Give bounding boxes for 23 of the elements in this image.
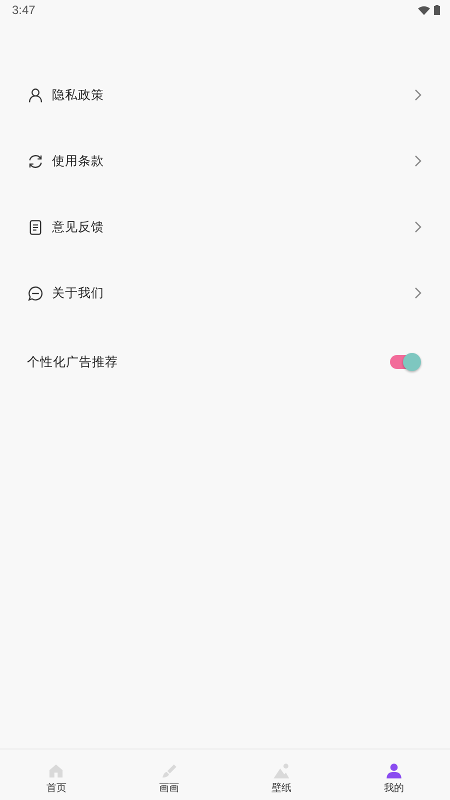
menu-item[interactable]: 隐私政策: [0, 62, 450, 128]
nav-tab[interactable]: 壁纸: [225, 750, 338, 800]
status-time: 3:47: [12, 3, 36, 17]
toggle-switch[interactable]: [390, 355, 420, 369]
nav-tab[interactable]: 画画: [112, 750, 225, 800]
chevron-icon: [414, 287, 422, 299]
nav-tab[interactable]: 我的: [338, 750, 450, 800]
nav-tab[interactable]: 首页: [0, 750, 112, 800]
document-icon: [27, 218, 44, 236]
chevron-icon: [414, 221, 422, 233]
setting-label: 个性化广告推荐: [27, 354, 119, 370]
battery-icon: [434, 5, 440, 15]
chevron-icon: [414, 89, 422, 101]
menu-item[interactable]: 使用条款: [0, 128, 450, 194]
menu-item[interactable]: 关于我们: [0, 260, 450, 326]
chevron-icon: [414, 155, 422, 167]
person-icon: [384, 762, 404, 780]
wifi-icon: [418, 6, 430, 14]
chat-icon: [27, 284, 44, 302]
menu-item[interactable]: 意见反馈: [0, 194, 450, 260]
person-icon: [27, 86, 44, 104]
refresh-icon: [27, 152, 44, 170]
mountain-icon: [271, 762, 292, 780]
